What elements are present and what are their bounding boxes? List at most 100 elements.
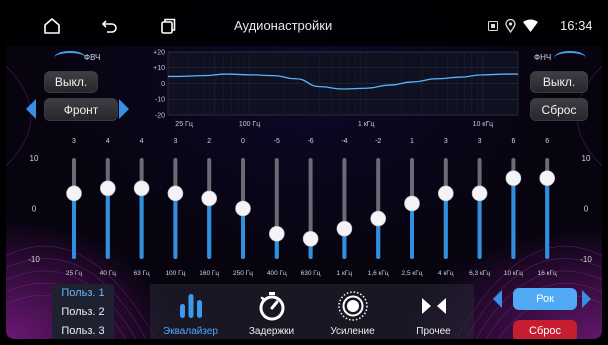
eq-slider-knob[interactable] bbox=[235, 200, 251, 217]
eq-band-value: 4 bbox=[140, 138, 144, 145]
eq-band-slider[interactable]: 0 250 Гц bbox=[233, 138, 253, 277]
eq-band-frequency: 16 кГц bbox=[538, 270, 557, 277]
eq-slider-knob[interactable] bbox=[370, 210, 387, 227]
hpf-off-button[interactable]: Выкл. bbox=[44, 71, 98, 93]
timer-icon bbox=[259, 292, 285, 321]
tab-gain[interactable]: Усиление bbox=[312, 284, 393, 339]
eq-band-slider[interactable]: 3 6,3 кГц bbox=[469, 138, 490, 277]
tab-equalizer-label: Эквалайзер bbox=[163, 326, 218, 337]
right-scale-label: 0 bbox=[584, 205, 589, 214]
eq-band-value: 4 bbox=[106, 138, 110, 145]
eq-slider-knob[interactable] bbox=[133, 180, 150, 197]
eq-band-value: 6 bbox=[545, 138, 549, 145]
eq-band-slider[interactable]: -2 1,6 кГц bbox=[368, 138, 389, 277]
eq-band-slider[interactable]: 2 160 Гц bbox=[199, 138, 219, 277]
eq-band-value: -5 bbox=[274, 138, 280, 145]
eq-band-value: 0 bbox=[241, 138, 245, 145]
position-next-arrow-icon[interactable] bbox=[119, 99, 129, 119]
back-icon[interactable] bbox=[100, 16, 120, 36]
eq-slider-fill bbox=[173, 193, 178, 259]
eq-band-frequency: 10 кГц bbox=[504, 270, 523, 277]
eq-band-value: 3 bbox=[478, 138, 482, 145]
eq-slider-knob[interactable] bbox=[505, 170, 522, 187]
eq-slider-fill bbox=[207, 198, 212, 259]
eq-slider-knob[interactable] bbox=[66, 185, 82, 202]
reset-equalizer-button[interactable]: Сброс bbox=[513, 320, 577, 339]
tab-delays[interactable]: Задержки bbox=[231, 284, 312, 339]
eq-band-slider[interactable]: 3 25 Гц bbox=[66, 138, 83, 277]
eq-band-value: -2 bbox=[375, 138, 381, 145]
right-scale-label: 10 bbox=[582, 154, 591, 163]
eq-band-frequency: 40 Гц bbox=[100, 270, 117, 277]
eq-band-frequency: 63 Гц bbox=[133, 270, 150, 277]
eq-slider-knob[interactable] bbox=[302, 231, 319, 247]
graph-y-tick: +10 bbox=[153, 65, 165, 72]
eq-band-frequency: 100 Гц bbox=[165, 270, 185, 277]
eq-slider-fill bbox=[139, 188, 144, 259]
tab-gain-label: Усиление bbox=[330, 326, 375, 337]
hpf-curve-icon bbox=[54, 51, 86, 65]
eq-band-value: 3 bbox=[444, 138, 448, 145]
recents-icon[interactable] bbox=[158, 16, 178, 36]
home-icon[interactable] bbox=[42, 16, 62, 36]
eq-band-slider[interactable]: -5 400 Гц bbox=[267, 138, 287, 277]
eq-slider-knob[interactable] bbox=[167, 185, 184, 202]
user-preset-3[interactable]: Польз. 3 bbox=[52, 322, 114, 339]
eq-band-frequency: 250 Гц bbox=[233, 270, 253, 277]
eq-band-slider[interactable]: 4 63 Гц bbox=[133, 138, 150, 277]
preset-prev-arrow-icon[interactable] bbox=[493, 290, 502, 308]
eq-band-slider[interactable]: -4 1 кГц bbox=[336, 138, 353, 277]
eq-slider-knob[interactable] bbox=[100, 180, 116, 197]
equalizer-icon bbox=[180, 294, 202, 318]
eq-band-slider[interactable]: 1 2,5 кГц bbox=[402, 138, 423, 277]
frequency-response-graph: +20 +10 0 -10 -20 25 Гц 100 Гц 1 кГц 10 кГц bbox=[153, 49, 519, 128]
eq-band-frequency: 630 Гц bbox=[301, 270, 321, 277]
position-prev-arrow-icon[interactable] bbox=[26, 99, 36, 119]
eq-band-value: -4 bbox=[341, 138, 347, 145]
equalizer-sliders[interactable]: 100-10100-10325 Гц440 Гц463 Гц3100 Гц216… bbox=[6, 132, 602, 282]
graph-y-tick: +20 bbox=[153, 49, 165, 56]
sound-preset-selector[interactable]: Рок bbox=[513, 288, 577, 310]
left-scale-label: -10 bbox=[28, 255, 40, 264]
eq-slider-knob[interactable] bbox=[539, 170, 556, 187]
eq-band-frequency: 4 кГц bbox=[438, 270, 454, 277]
eq-band-slider[interactable]: 3 100 Гц bbox=[165, 138, 185, 277]
tab-delays-label: Задержки bbox=[248, 326, 295, 337]
user-preset-2[interactable]: Польз. 2 bbox=[52, 303, 114, 321]
eq-band-frequency: 25 Гц bbox=[66, 270, 83, 277]
lpf-label: ФНЧ bbox=[534, 53, 552, 62]
user-preset-1[interactable]: Польз. 1 bbox=[52, 284, 114, 302]
eq-band-frequency: 1,6 кГц bbox=[368, 270, 389, 277]
eq-slider-knob[interactable] bbox=[437, 185, 454, 202]
speaker-position-button[interactable]: Фронт bbox=[44, 98, 118, 121]
eq-band-slider[interactable]: 6 16 кГц bbox=[538, 138, 557, 277]
eq-band-slider[interactable]: -6 630 Гц bbox=[301, 138, 321, 277]
lpf-off-button[interactable]: Выкл. bbox=[530, 71, 588, 93]
eq-slider-knob[interactable] bbox=[201, 190, 217, 207]
reset-top-button[interactable]: Сброс bbox=[530, 98, 588, 121]
status-bar: Аудионастройки 16:34 bbox=[6, 6, 602, 46]
wifi-icon bbox=[523, 19, 538, 32]
eq-slider-fill bbox=[105, 188, 110, 259]
graph-x-tick: 25 Гц bbox=[175, 121, 193, 128]
eq-slider-knob[interactable] bbox=[268, 225, 285, 242]
graph-x-tick: 10 кГц bbox=[473, 121, 494, 128]
tab-other[interactable]: Прочее bbox=[393, 284, 474, 339]
page-title: Аудионастройки bbox=[234, 18, 333, 33]
eq-slider-knob[interactable] bbox=[336, 220, 353, 237]
eq-slider-fill bbox=[410, 203, 414, 259]
preset-next-arrow-icon[interactable] bbox=[582, 290, 591, 308]
eq-slider-fill bbox=[72, 193, 76, 259]
eq-slider-knob[interactable] bbox=[471, 185, 488, 202]
tab-equalizer[interactable]: Эквалайзер bbox=[150, 284, 231, 339]
graph-y-tick: 0 bbox=[161, 81, 165, 88]
eq-slider-fill bbox=[477, 193, 482, 259]
graph-x-tick: 1 кГц bbox=[358, 121, 375, 128]
eq-band-frequency: 1 кГц bbox=[337, 270, 353, 277]
eq-band-value: 3 bbox=[173, 138, 177, 145]
eq-band-value: -6 bbox=[307, 138, 313, 145]
eq-band-slider[interactable]: 6 10 кГц bbox=[504, 138, 523, 277]
eq-slider-knob[interactable] bbox=[404, 195, 420, 212]
eq-band-slider[interactable]: 4 40 Гц bbox=[100, 138, 117, 277]
eq-band-slider[interactable]: 3 4 кГц bbox=[437, 138, 454, 277]
